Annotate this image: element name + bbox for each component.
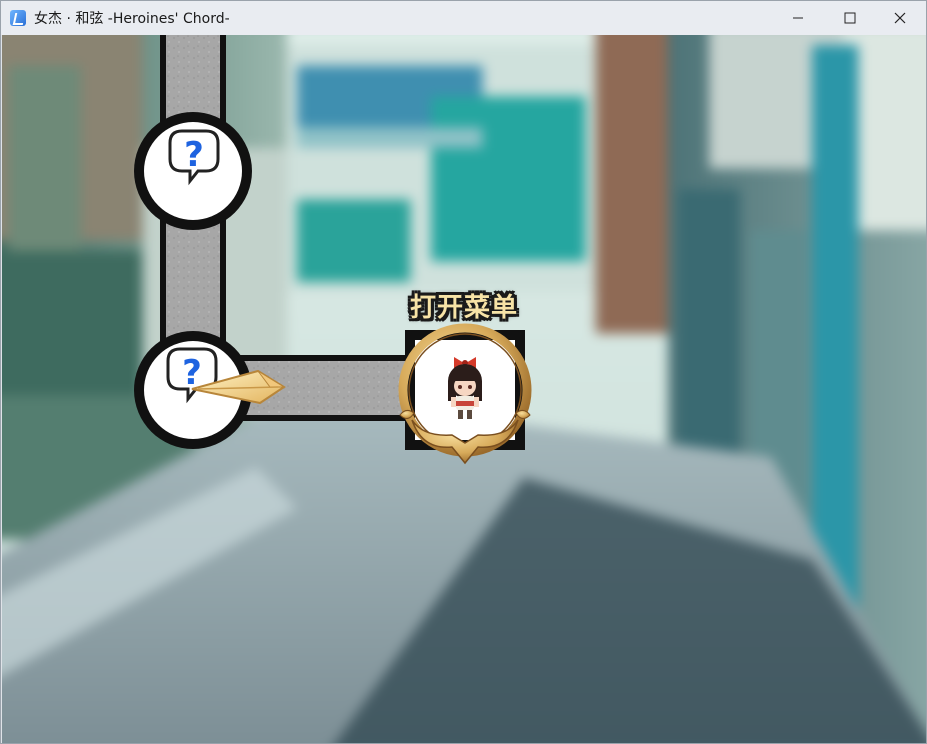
window-title: 女杰 · 和弦 -Heroines' Chord- (34, 11, 230, 27)
close-icon (894, 12, 906, 24)
title-bar[interactable]: 女杰 · 和弦 -Heroines' Chord- (1, 1, 926, 35)
svg-text:?: ? (184, 135, 204, 175)
close-button[interactable] (874, 1, 926, 35)
maximize-button[interactable] (824, 1, 876, 35)
minimize-icon (793, 17, 803, 19)
menu-node[interactable] (398, 323, 532, 465)
route-node-unknown-1[interactable]: ? (134, 112, 252, 230)
app-icon (10, 10, 26, 26)
open-menu-label[interactable]: 打开菜单 (394, 287, 534, 324)
maximize-icon (844, 12, 856, 24)
game-window: 女杰 · 和弦 -Heroines' Chord- ? ? 打开菜单 (0, 0, 927, 744)
game-viewport[interactable]: ? ? 打开菜单 (2, 35, 926, 743)
minimize-button[interactable] (772, 1, 824, 35)
route-map[interactable]: ? ? (2, 35, 926, 743)
